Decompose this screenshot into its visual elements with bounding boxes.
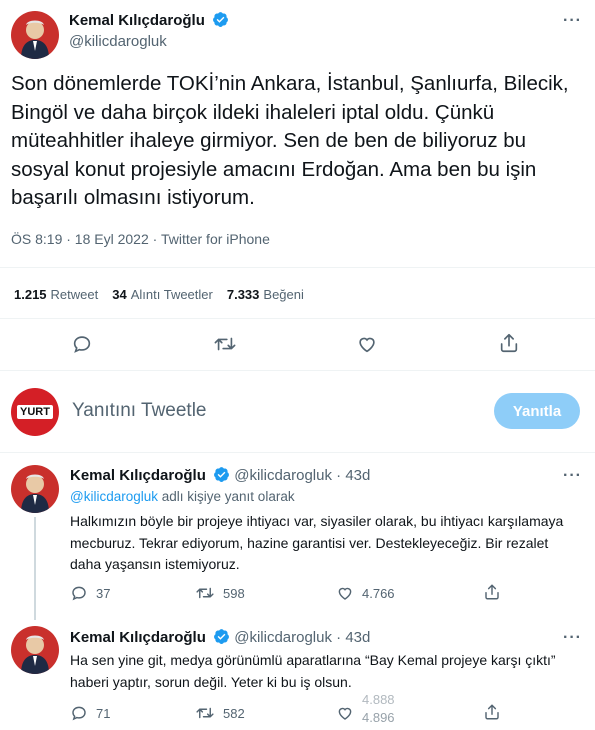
reply2-time[interactable]: · 43d (336, 629, 370, 646)
reply2-reply-button[interactable]: 71 (70, 704, 110, 722)
reply1-like-button[interactable]: 4.766 (336, 584, 395, 602)
author-handle[interactable]: @kilicdarogluk (69, 33, 167, 50)
reply2-retweet-button[interactable]: 582 (195, 704, 245, 722)
reply1-reply-button[interactable]: 37 (70, 584, 110, 602)
reply1-like-count: 4.766 (362, 585, 395, 601)
reply2-like-count-old: 4.888 (362, 692, 395, 707)
reply1-author-name[interactable]: Kemal Kılıçdaroğlu (70, 467, 206, 484)
reply1-retweet-count: 598 (223, 585, 245, 601)
like-icon (338, 707, 352, 720)
like-icon[interactable] (356, 333, 378, 355)
reply-to-user-link[interactable]: @kilicdarogluk (70, 489, 158, 504)
reply2-like-counter: 4.888 4.896 (362, 692, 402, 725)
reply-to-line: @kilicdarogluk adlı kişiye yanıt olarak (70, 489, 295, 504)
verified-badge-icon (214, 629, 229, 644)
author-avatar[interactable] (11, 11, 59, 59)
more-options-icon[interactable]: ··· (563, 12, 582, 30)
reply2-like-count: 4.896 (362, 710, 395, 725)
quote-count[interactable]: 34 Alıntı Tweetler (112, 286, 213, 304)
reply2-text: Ha sen yine git, medya görünümlü aparatl… (70, 652, 556, 690)
tweet-text: Son dönemlerde TOKİ’nin Ankara, İstanbul… (11, 72, 569, 209)
retweet-icon[interactable] (213, 333, 237, 355)
like-icon (338, 587, 352, 600)
portrait-icon (11, 465, 59, 513)
reply-icon (72, 586, 86, 601)
share-icon[interactable] (498, 332, 520, 354)
retweet-icon (196, 587, 214, 599)
retweet-icon (196, 707, 214, 719)
reply1-text: Halkımızın böyle bir projeye ihtiyacı va… (70, 513, 564, 572)
reply2-handle[interactable]: @kilicdarogluk (234, 629, 332, 646)
portrait-icon (11, 626, 59, 674)
reply-to-suffix: adlı kişiye yanıt olarak (161, 489, 295, 504)
like-count[interactable]: 7.333 Beğeni (227, 286, 304, 304)
reply1-time[interactable]: · 43d (336, 467, 370, 484)
tweet-meta: ÖS 8:19 · 18 Eyl 2022 · Twitter for iPho… (11, 231, 270, 247)
reply2-avatar[interactable] (11, 626, 59, 674)
retweet-count[interactable]: 1.215 Retweet (14, 286, 98, 304)
portrait-icon (11, 11, 59, 59)
more-options-icon[interactable]: ··· (563, 629, 582, 647)
reply2-reply-count: 71 (96, 705, 111, 721)
reply2-author-name[interactable]: Kemal Kılıçdaroğlu (70, 629, 206, 646)
reply2-share-icon[interactable] (483, 703, 501, 721)
reply1-retweet-button[interactable]: 598 (195, 584, 245, 602)
reply1-reply-count: 37 (96, 585, 111, 601)
verified-badge-icon (214, 467, 229, 482)
author-name[interactable]: Kemal Kılıçdaroğlu (69, 12, 205, 29)
reply1-share-icon[interactable] (483, 583, 501, 601)
reply1-avatar[interactable] (11, 465, 59, 513)
thread-line (34, 517, 36, 620)
verified-badge-icon (213, 12, 229, 27)
more-options-icon[interactable]: ··· (563, 467, 582, 485)
reply-button[interactable]: Yanıtla (494, 393, 580, 429)
reply2-retweet-count: 582 (223, 705, 245, 721)
reply-icon (72, 706, 86, 721)
reply-icon[interactable] (71, 333, 93, 355)
user-avatar[interactable]: YURT (11, 388, 59, 436)
reply-input[interactable]: Yanıtını Tweetle (72, 400, 207, 422)
reply1-handle[interactable]: @kilicdarogluk (234, 467, 332, 484)
reply2-like-button[interactable]: 4.888 4.896 (336, 692, 402, 725)
avatar-logo-text: YURT (17, 405, 53, 419)
